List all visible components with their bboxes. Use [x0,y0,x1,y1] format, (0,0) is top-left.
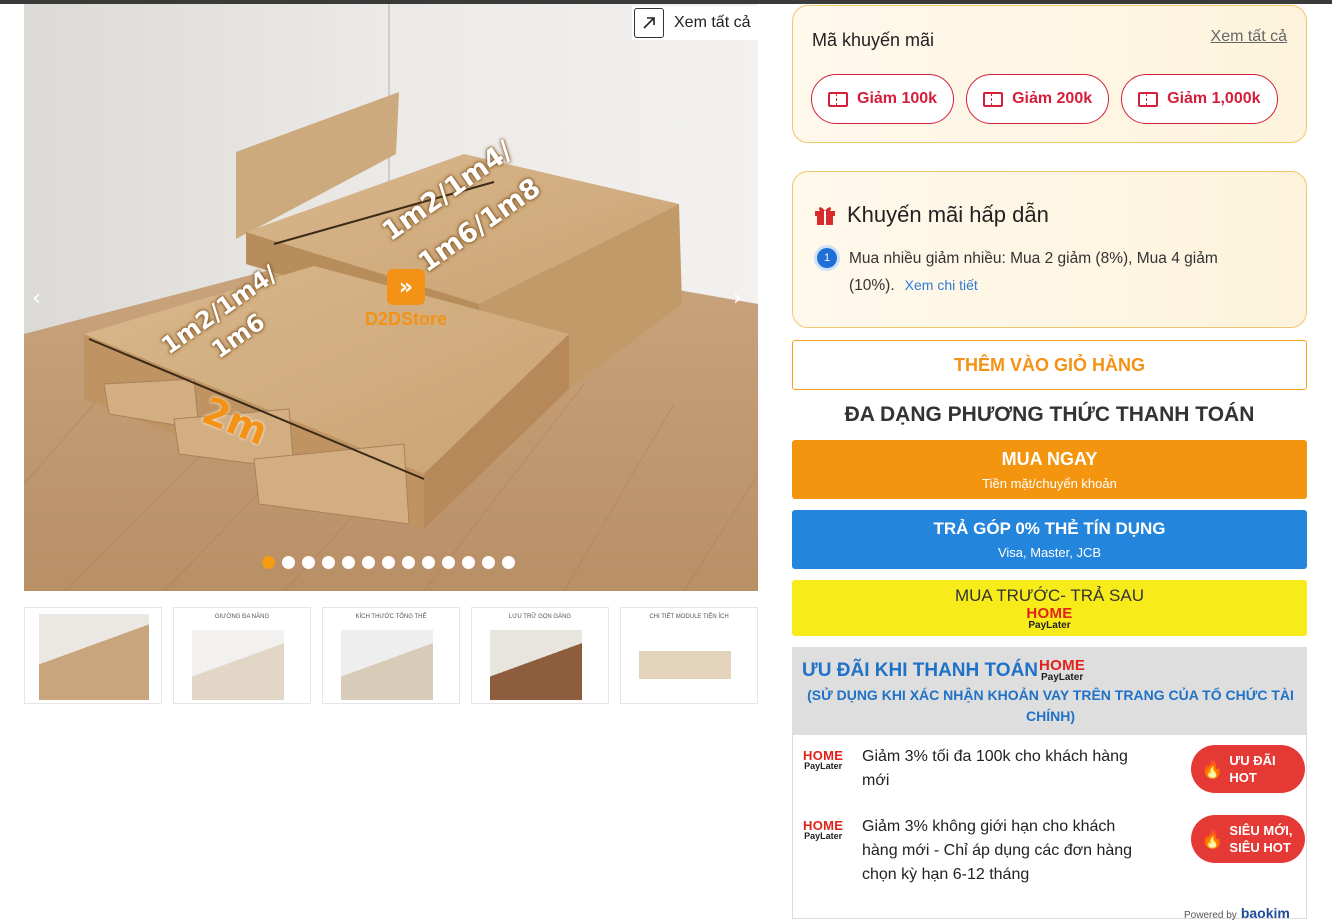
offer-index-badge: 1 [817,248,837,268]
payment-methods-title: ĐA DẠNG PHƯƠNG THỨC THANH TOÁN [844,403,1255,426]
deal-note: (SỬ DỤNG KHI XÁC NHẬN KHOẢN VAY TRÊN TRA… [807,687,1294,724]
thumbnail-5[interactable]: CHI TIẾT MODULE TIỆN ÍCH [620,607,758,704]
coupon-100k[interactable]: Giảm 100k [811,74,955,124]
payment-deals-panel: ƯU ĐÃI KHI THANH TOÁN HOME PayLater (SỬ … [792,647,1307,919]
ticket-icon [983,91,1004,107]
deal-header: ƯU ĐÃI KHI THANH TOÁN HOME PayLater (SỬ … [793,648,1306,735]
coupon-200k[interactable]: Giảm 200k [966,74,1110,124]
coupon-label: Giảm 200k [1012,90,1093,107]
special-offer-card: Khuyến mãi hấp dẫn 1 Mua nhiều giảm nhiề… [792,171,1307,328]
home-paylater-logo: HOME PayLater [803,748,844,771]
offer-title: Khuyến mãi hấp dẫn [847,202,1049,227]
thumbnail-image [490,630,582,700]
deal-hot-badge: 🔥 ƯU ĐÃI HOT [1191,745,1305,793]
installment-button[interactable]: TRẢ GÓP 0% THẺ TÍN DỤNG Visa, Master, JC… [792,510,1307,569]
slide-dot[interactable] [382,556,395,569]
thumbnail-caption: KÍCH THƯỚC TỔNG THỂ [355,614,427,620]
slide-dot[interactable] [302,556,315,569]
home-paylater-logo: HOME PayLater [1026,604,1073,631]
deal-hot-badge: 🔥 SIÊU MỚI, SIÊU HOT [1191,815,1305,863]
offer-detail-link[interactable]: Xem chi tiết [905,277,978,293]
deal-item-text: Giảm 3% không giới hạn cho khách hàng mớ… [862,818,1133,883]
coupon-label: Giảm 100k [857,90,938,107]
slide-dot[interactable] [322,556,335,569]
slide-dot[interactable] [402,556,415,569]
thumbnail-4[interactable]: LƯU TRỮ GỌN GÀNG [471,607,609,704]
fire-icon: 🔥 [1201,758,1224,779]
paylater-label: MUA TRƯỚC- TRẢ SAU [954,585,1145,605]
thumbnail-2[interactable]: GIƯỜNG ĐA NĂNG [173,607,311,704]
promo-view-all-link[interactable]: Xem tất cả [1211,28,1287,46]
fire-icon: 🔥 [1201,828,1224,849]
expand-arrow-icon [634,8,664,38]
home-paylater-logo: HOME PayLater [1039,657,1086,683]
add-to-cart-button[interactable]: THÊM VÀO GIỎ HÀNG [792,340,1307,390]
coupon-list: Giảm 100k Giảm 200k Giảm 1,000k [811,74,1278,124]
slide-dots [262,556,515,569]
thumbnail-strip: GIƯỜNG ĐA NĂNG KÍCH THƯỚC TỔNG THỂ LƯU T… [24,607,758,704]
gift-icon [815,207,835,225]
thumbnail-caption: GIƯỜNG ĐA NĂNG [214,614,270,620]
deal-title: ƯU ĐÃI KHI THANH TOÁN [802,660,1039,681]
promo-code-card: Mã khuyến mãi Xem tất cả Giảm 100k Giảm … [792,5,1307,143]
slide-dot[interactable] [502,556,515,569]
ticket-icon [828,91,848,107]
promo-title: Mã khuyến mãi [812,30,935,50]
thumbnail-1[interactable] [24,607,162,704]
offer-description: Mua nhiều giảm nhiều: Mua 2 giảm (8%), M… [849,245,1269,299]
slide-dot[interactable] [482,556,495,569]
slide-dot[interactable] [342,556,355,569]
next-slide-icon[interactable]: › [733,286,742,311]
slide-dot[interactable] [462,556,475,569]
buy-now-button[interactable]: MUA NGAY Tiền mặt/chuyển khoản [792,440,1307,499]
buy-now-pay-later-button[interactable]: MUA TRƯỚC- TRẢ SAU HOME PayLater [792,580,1307,636]
view-all-label: Xem tất cả [674,14,751,31]
home-paylater-logo: HOME PayLater [803,818,844,841]
thumbnail-image [39,614,149,700]
slide-dot[interactable] [282,556,295,569]
coupon-label: Giảm 1,000k [1167,90,1261,107]
store-watermark: » D2DStore [365,269,447,330]
thumbnail-3[interactable]: KÍCH THƯỚC TỔNG THỂ [322,607,460,704]
view-all-images-button[interactable]: Xem tất cả [632,6,760,40]
prev-slide-icon[interactable]: ‹ [32,286,41,311]
slide-dot[interactable] [362,556,375,569]
thumbnail-image [341,630,433,700]
installment-sub: Visa, Master, JCB [997,545,1102,560]
ticket-icon [1138,91,1159,107]
deal-item-text: Giảm 3% tối đa 100k cho khách hàng mới [862,748,1128,789]
coupon-1000k[interactable]: Giảm 1,000k [1121,74,1278,124]
thumbnail-image [639,630,731,700]
offer-header: Khuyến mãi hấp dẫn [813,202,1049,228]
store-logo-icon: » [387,269,426,305]
thumbnail-image [192,630,284,700]
buy-now-sub: Tiền mặt/chuyển khoản [982,475,1117,491]
slide-dot[interactable] [442,556,455,569]
slide-dot[interactable] [422,556,435,569]
installment-label: TRẢ GÓP 0% THẺ TÍN DỤNG [933,519,1166,538]
thumbnail-caption: CHI TIẾT MODULE TIỆN ÍCH [649,614,729,620]
slide-dot[interactable] [262,556,275,569]
buy-now-label: MUA NGAY [1001,448,1098,469]
thumbnail-caption: LƯU TRỮ GỌN GÀNG [508,614,572,620]
product-main-image[interactable]: 1m2/1m4/ 1m6/1m8 1m2/1m4/ 1m6 2m » D2DSt… [24,4,758,591]
